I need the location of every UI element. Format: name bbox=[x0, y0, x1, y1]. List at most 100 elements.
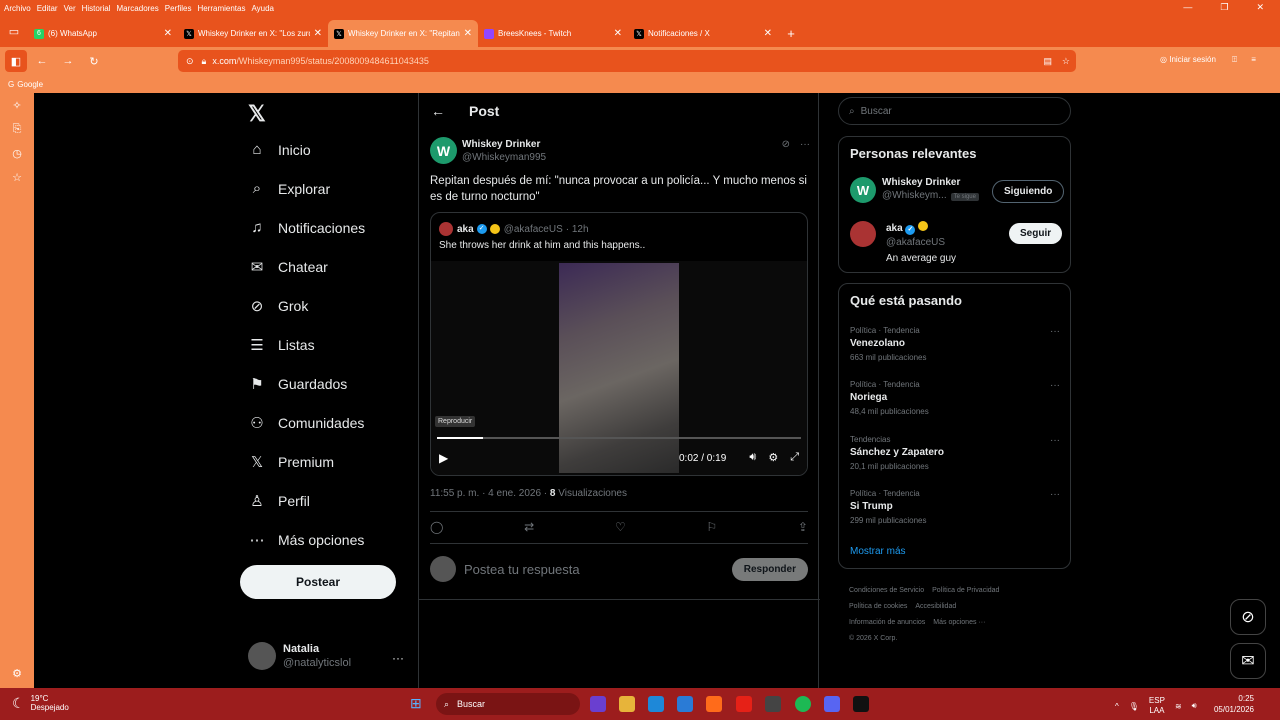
like-icon[interactable]: ♡ bbox=[615, 520, 626, 534]
follow-button[interactable]: Seguir bbox=[1009, 223, 1063, 244]
sidebar-toggle-icon[interactable]: ◧ bbox=[5, 50, 27, 72]
menu-perfiles[interactable]: Perfiles bbox=[165, 4, 192, 13]
bookmark-icon[interactable]: ⚐ bbox=[706, 520, 717, 534]
clock[interactable]: 0:25 05/01/2026 bbox=[1214, 693, 1254, 715]
menu-archivo[interactable]: Archivo bbox=[4, 4, 31, 13]
footer-link[interactable]: Política de Privacidad bbox=[932, 587, 999, 594]
messages-fab-icon[interactable]: ✉ bbox=[1230, 643, 1266, 679]
share-icon[interactable]: ⇪ bbox=[798, 520, 808, 534]
close-tab-icon[interactable]: ✕ bbox=[464, 28, 472, 39]
history-icon[interactable]: ◷ bbox=[0, 141, 34, 165]
mic-icon[interactable]: 🎙︎ bbox=[1129, 702, 1139, 711]
extensions-icon[interactable]: ⍐ bbox=[1232, 55, 1237, 64]
menu-editar[interactable]: Editar bbox=[37, 4, 58, 13]
video-player[interactable]: Reproducir ▶ 0:02 / 0:19 🔊︎ ⚙ ⤢ bbox=[431, 261, 807, 475]
bookmarks-panel-icon[interactable]: ⎘ bbox=[0, 117, 34, 141]
nav-premium[interactable]: 𝕏 Premium bbox=[248, 453, 334, 471]
spotify-icon[interactable] bbox=[795, 696, 811, 712]
bookmark-star-icon[interactable]: ☆ bbox=[1062, 56, 1070, 67]
address-bar[interactable]: ⊙ 🔒︎ x.com /Whiskeyman995/status/2008009… bbox=[178, 50, 1076, 72]
minimize-icon[interactable]: — bbox=[1183, 2, 1192, 13]
tab-notificaciones[interactable]: 𝕏 Notificaciones / X ✕ bbox=[628, 20, 778, 47]
discord-icon[interactable] bbox=[824, 696, 840, 712]
trend-item[interactable]: Política · Tendencia Venezolano 663 mil … bbox=[850, 326, 1060, 362]
close-tab-icon[interactable]: ✕ bbox=[764, 28, 772, 39]
store-icon[interactable] bbox=[677, 696, 693, 712]
more-icon[interactable]: ··· bbox=[1050, 489, 1060, 500]
footer-link[interactable]: Información de anuncios bbox=[849, 619, 925, 626]
game-app-icon[interactable] bbox=[853, 696, 869, 712]
menu-ver[interactable]: Ver bbox=[64, 4, 76, 13]
person-row[interactable]: aka ✓ @akafaceUS An average guy bbox=[850, 221, 956, 264]
play-icon[interactable]: ▶ bbox=[439, 451, 448, 465]
nav-comunidades[interactable]: ⚇ Comunidades bbox=[248, 414, 364, 432]
language-indicator[interactable]: ESP LAA bbox=[1149, 696, 1165, 716]
trend-item[interactable]: Política · Tendencia Noriega 48,4 mil pu… bbox=[850, 380, 1060, 416]
back-arrow-icon[interactable]: ← bbox=[431, 103, 445, 119]
quoted-post[interactable]: aka ✓ @akafaceUS · 12h She throws her dr… bbox=[430, 212, 808, 476]
restore-icon[interactable]: ❐ bbox=[1220, 2, 1228, 13]
video-frame[interactable] bbox=[559, 263, 679, 473]
nav-inicio[interactable]: ⌂ Inicio bbox=[248, 141, 310, 158]
reader-view-icon[interactable]: ▤ bbox=[1043, 56, 1052, 67]
footer-link[interactable]: Accesibilidad bbox=[915, 603, 956, 610]
account-switcher[interactable]: Natalia @natalyticslol bbox=[248, 642, 351, 670]
footer-link[interactable]: Condiciones de Servicio bbox=[849, 587, 924, 594]
tab-list-icon[interactable]: ▭ bbox=[0, 16, 28, 47]
footer-link[interactable]: Más opciones ··· bbox=[933, 619, 985, 626]
reply-icon[interactable]: ◯ bbox=[430, 520, 443, 534]
menu-herramientas[interactable]: Herramientas bbox=[197, 4, 245, 13]
chrome-icon[interactable] bbox=[765, 696, 781, 712]
new-tab-icon[interactable]: + bbox=[778, 20, 804, 47]
grok-fab-icon[interactable]: ⊘ bbox=[1230, 599, 1266, 635]
menu-ayuda[interactable]: Ayuda bbox=[251, 4, 274, 13]
nav-grok[interactable]: ⊘ Grok bbox=[248, 297, 309, 315]
nav-notificaciones[interactable]: ♫ Notificaciones bbox=[248, 219, 365, 236]
firefox-icon[interactable] bbox=[706, 696, 722, 712]
wifi-icon[interactable]: ≋ bbox=[1175, 702, 1182, 711]
trend-item[interactable]: Tendencias Sánchez y Zapatero 20,1 mil p… bbox=[850, 435, 1060, 471]
tab-whiskey-2[interactable]: 𝕏 Whiskey Drinker en X: "Repitan ✕ bbox=[328, 20, 478, 47]
nav-perfil[interactable]: ♙ Perfil bbox=[248, 492, 310, 510]
footer-link[interactable]: Política de cookies bbox=[849, 603, 907, 610]
video-settings-icon[interactable]: ⚙ bbox=[768, 451, 778, 464]
post-timestamp[interactable]: 11:55 p. m. · 4 ene. 2026 · bbox=[430, 488, 550, 499]
more-icon[interactable]: ··· bbox=[800, 139, 810, 150]
account-more-icon[interactable]: ··· bbox=[392, 651, 404, 665]
show-hidden-icons-icon[interactable]: ^ bbox=[1115, 702, 1119, 711]
more-icon[interactable]: ··· bbox=[1050, 435, 1060, 446]
youtube-icon[interactable] bbox=[736, 696, 752, 712]
reply-button[interactable]: Responder bbox=[731, 557, 808, 581]
bookmark-google[interactable]: Google bbox=[17, 80, 43, 89]
tab-twitch[interactable]: BreesKnees - Twitch ✕ bbox=[478, 20, 628, 47]
forward-icon[interactable]: → bbox=[57, 50, 79, 72]
site-info-icon[interactable]: ⊙ bbox=[186, 56, 194, 67]
back-icon[interactable]: ← bbox=[31, 50, 53, 72]
menu-marcadores[interactable]: Marcadores bbox=[117, 4, 159, 13]
close-tab-icon[interactable]: ✕ bbox=[164, 28, 172, 39]
file-explorer-icon[interactable] bbox=[619, 696, 635, 712]
trend-item[interactable]: Política · Tendencia Si Trump 299 mil pu… bbox=[850, 489, 1060, 525]
nav-chatear[interactable]: ✉ Chatear bbox=[248, 258, 328, 276]
nav-mas-opciones[interactable]: ⋯ Más opciones bbox=[248, 531, 365, 549]
copilot-icon[interactable] bbox=[590, 696, 606, 712]
ai-icon[interactable]: ✧ bbox=[0, 93, 34, 117]
post-author[interactable]: W Whiskey Drinker @Whiskeyman995 bbox=[430, 137, 546, 164]
tab-whiskey-1[interactable]: 𝕏 Whiskey Drinker en X: "Los zurd ✕ bbox=[178, 20, 328, 47]
search-input[interactable]: ⌕ Buscar bbox=[838, 97, 1071, 125]
more-icon[interactable]: ··· bbox=[1050, 326, 1060, 337]
nav-guardados[interactable]: ⚑ Guardados bbox=[248, 375, 347, 393]
signin-button[interactable]: ◎ Iniciar sesión ⍐ ≡ bbox=[1160, 55, 1256, 65]
favorites-icon[interactable]: ☆ bbox=[0, 165, 34, 189]
repost-icon[interactable]: ⇄ bbox=[524, 520, 534, 534]
windows-start-icon[interactable]: ⊞ bbox=[410, 695, 422, 712]
x-logo-icon[interactable]: 𝕏 bbox=[248, 101, 266, 127]
nav-listas[interactable]: ☰ Listas bbox=[248, 336, 314, 354]
app-menu-icon[interactable]: ≡ bbox=[1251, 55, 1256, 64]
grok-icon[interactable]: ⊘ bbox=[782, 139, 790, 150]
close-tab-icon[interactable]: ✕ bbox=[314, 28, 322, 39]
nav-explorar[interactable]: ⌕ Explorar bbox=[248, 180, 330, 197]
weather-widget[interactable]: ☾ 19°C Despejado bbox=[12, 694, 69, 712]
edge-icon[interactable] bbox=[648, 696, 664, 712]
following-button[interactable]: Siguiendo bbox=[992, 180, 1065, 203]
